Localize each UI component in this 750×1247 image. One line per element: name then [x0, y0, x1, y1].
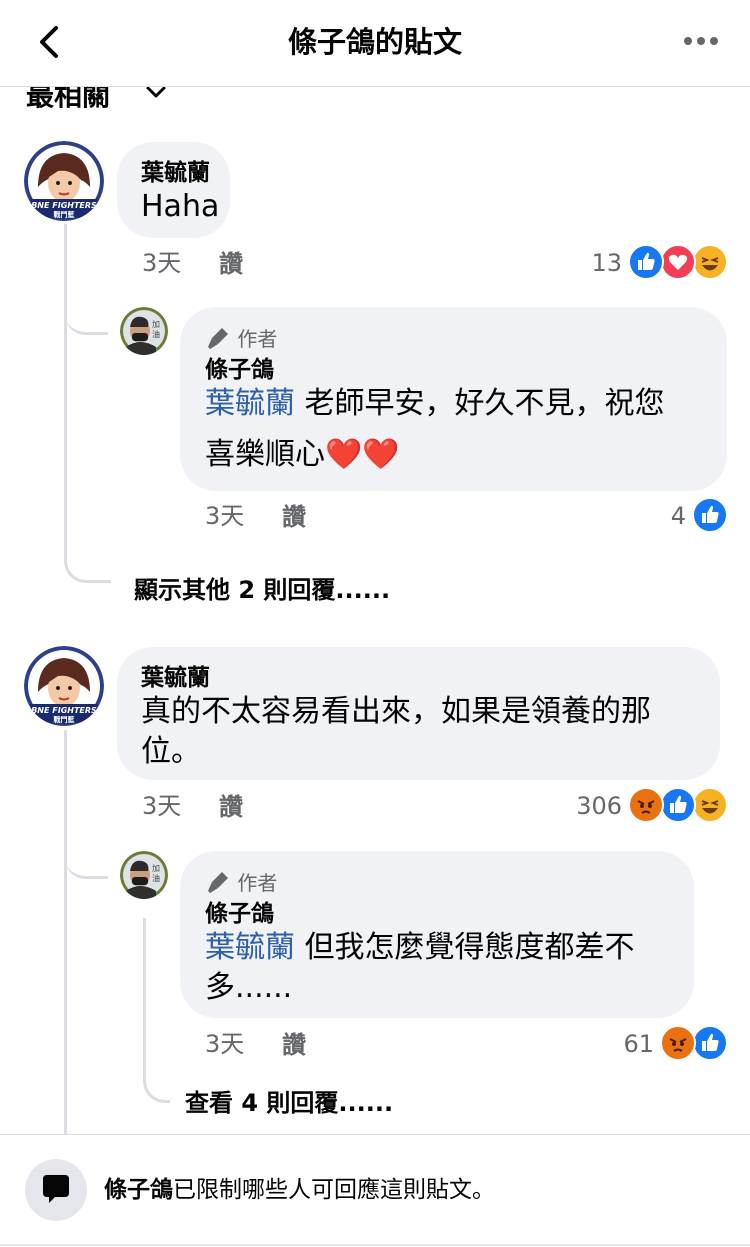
reaction-icons[interactable] [660, 1025, 732, 1061]
reaction-icons[interactable] [628, 244, 732, 280]
mention-link[interactable]: 葉毓蘭 [205, 386, 295, 421]
thread-connector [143, 1060, 170, 1103]
comment-text-line: 喜樂順心❤️❤️ [205, 437, 400, 472]
more-replies-link[interactable]: 顯示其他 2 則回覆...... [134, 575, 390, 605]
avatar[interactable]: BNE FIGHTERS 戰鬥藍 [24, 141, 104, 221]
comment-time[interactable]: 3天 [205, 501, 244, 531]
more-dots-icon [684, 37, 718, 45]
author-tag: 作者 [237, 327, 278, 351]
footer-name[interactable]: 條子鴿 [104, 1177, 173, 1203]
like-reaction-icon[interactable] [692, 497, 728, 533]
like-button[interactable]: 讚 [219, 792, 243, 822]
microphone-icon [208, 328, 228, 349]
like-reaction-icon [628, 244, 664, 280]
avatar[interactable]: 加 油 [120, 851, 168, 899]
thread-connector [64, 520, 111, 583]
microphone-icon [208, 872, 228, 893]
avatar[interactable]: BNE FIGHTERS 戰鬥藍 [24, 646, 104, 726]
restriction-text: 條子鴿已限制哪些人可回應這則貼文。 [104, 1175, 495, 1205]
angry-reaction-icon [628, 787, 664, 823]
thread-line [64, 730, 67, 1134]
comment-text-line: 位。 [141, 734, 201, 769]
author-badge: 作者 [205, 325, 277, 352]
svg-text:BNE FIGHTERS: BNE FIGHTERS [31, 706, 97, 715]
thread-connector [64, 840, 108, 879]
author-tag: 作者 [237, 871, 278, 895]
svg-text:BNE FIGHTERS: BNE FIGHTERS [31, 201, 97, 210]
like-button[interactable]: 讚 [282, 1030, 306, 1060]
comment-icon-container [25, 1159, 87, 1221]
haha-reaction-icon [692, 244, 728, 280]
avatar[interactable]: 加 油 [120, 307, 168, 355]
author-badge: 作者 [205, 869, 277, 896]
like-reaction-icon [692, 1025, 728, 1061]
footer-message: 已限制哪些人可回應這則貼文。 [173, 1177, 495, 1203]
comment-restriction-notice: 條子鴿已限制哪些人可回應這則貼文。 [0, 1134, 750, 1247]
comment-time[interactable]: 3天 [142, 248, 181, 278]
thread-line [64, 224, 67, 524]
comment-time[interactable]: 3天 [142, 791, 181, 821]
comment-text: 葉毓蘭 老師早安，好久不見，祝您 [205, 381, 665, 427]
top-bar: 條子鴿的貼文 [0, 0, 750, 87]
like-button[interactable]: 讚 [219, 249, 243, 279]
page-title: 條子鴿的貼文 [287, 25, 462, 59]
reaction-count[interactable]: 306 [540, 791, 622, 821]
angry-reaction-icon [660, 1025, 696, 1061]
comment-text: Haha [141, 189, 220, 224]
more-options-button[interactable] [676, 24, 726, 58]
svg-text:油: 油 [152, 873, 160, 883]
svg-text:戰鬥藍: 戰鬥藍 [54, 715, 75, 724]
speech-bubble-icon [43, 1175, 69, 1203]
love-reaction-icon [660, 244, 696, 280]
comment-text-line: 老師早安，好久不見，祝您 [304, 386, 665, 421]
svg-text:加: 加 [152, 319, 160, 329]
thread-connector [64, 296, 108, 335]
mention-link[interactable]: 葉毓蘭 [205, 930, 295, 965]
like-reaction-icon [660, 787, 696, 823]
haha-reaction-icon [692, 787, 728, 823]
reaction-count[interactable]: 61 [600, 1029, 654, 1059]
svg-text:戰鬥藍: 戰鬥藍 [54, 210, 75, 219]
reaction-count[interactable]: 13 [560, 248, 622, 278]
svg-text:油: 油 [152, 329, 160, 339]
thread-line [143, 918, 146, 1078]
reaction-icons[interactable] [628, 787, 732, 823]
svg-text:加: 加 [152, 863, 160, 873]
reaction-count[interactable]: 4 [640, 501, 686, 531]
more-replies-link[interactable]: 查看 4 則回覆...... [185, 1088, 393, 1118]
comment-text-line: 但我怎麼覺得態度都差不 [304, 930, 635, 965]
comment-text-line: 真的不太容易看出來，如果是領養的那 [141, 694, 651, 729]
comment-text-line: 多...... [205, 970, 293, 1005]
like-button[interactable]: 讚 [282, 502, 306, 532]
comment-time[interactable]: 3天 [205, 1029, 244, 1059]
